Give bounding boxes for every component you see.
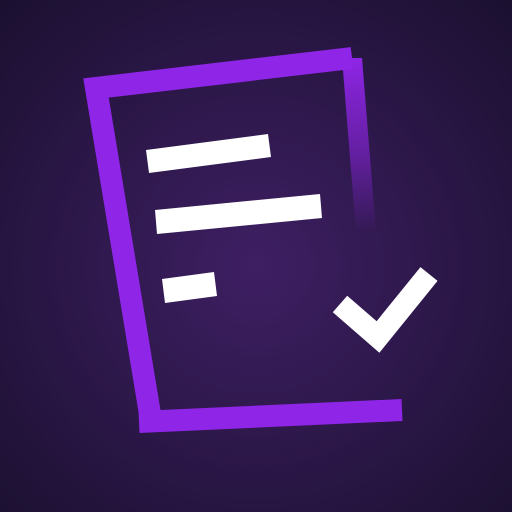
app-icon	[0, 0, 512, 512]
document-checklist-icon	[0, 0, 512, 512]
